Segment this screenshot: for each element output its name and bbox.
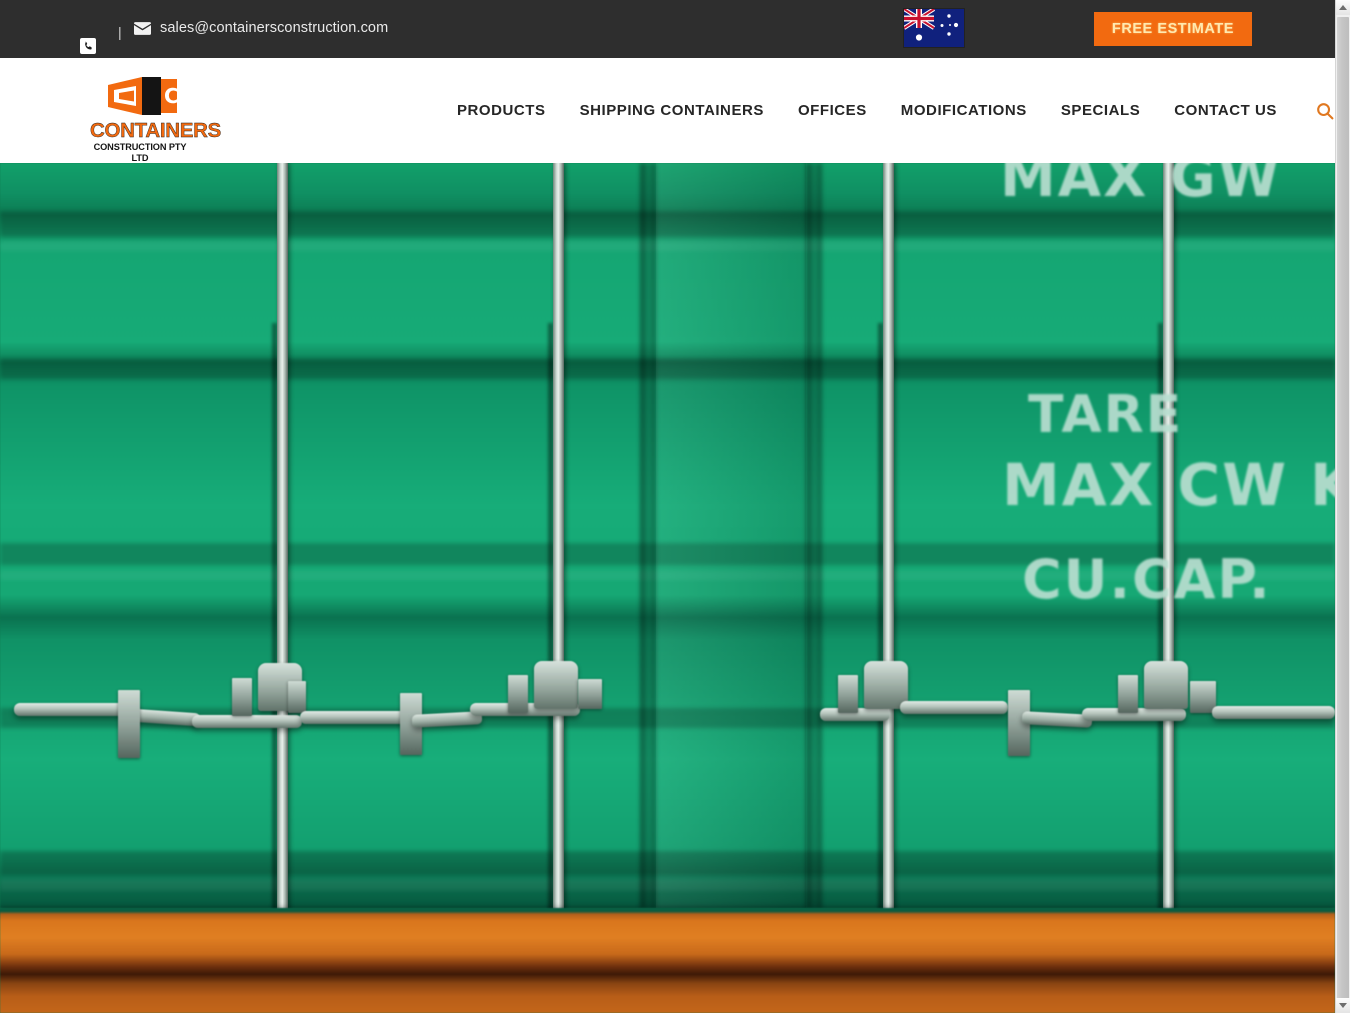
topbar-contact-group: | sales@containersconstruction.com: [0, 0, 600, 58]
email-contact[interactable]: sales@containersconstruction.com: [134, 20, 388, 36]
site-logo[interactable]: C CONTAINERS CONSTRUCTION PTY LTD: [90, 73, 222, 164]
container-stencil-tare: TARE: [1028, 385, 1184, 445]
container-body: [0, 163, 1335, 908]
container-stencil-max-gw: MAX GW: [1000, 163, 1282, 210]
topbar-separator: |: [118, 24, 122, 40]
scroll-down-arrow-icon[interactable]: [1336, 998, 1350, 1013]
scrollbar-thumb[interactable]: [1337, 17, 1349, 999]
search-icon[interactable]: [1316, 102, 1334, 120]
handle-keeper: [118, 690, 140, 758]
door-handle-bar: [192, 715, 302, 728]
locking-rod: [277, 163, 288, 923]
container-rib-highlight: [0, 241, 1335, 251]
free-estimate-button[interactable]: FREE ESTIMATE: [1093, 12, 1252, 46]
container-bottom-rail: [0, 908, 1335, 1013]
email-address: sales@containersconstruction.com: [160, 20, 389, 36]
container-rib-highlight: [0, 879, 1335, 891]
phone-icon[interactable]: [80, 38, 96, 54]
nav-item-products[interactable]: PRODUCTS: [440, 102, 563, 119]
container-panel-gap: [806, 163, 822, 908]
page-viewport: | sales@containersconstruction.com FREE …: [0, 0, 1335, 1013]
nav-item-offices[interactable]: OFFICES: [781, 102, 884, 119]
nav-item-specials[interactable]: SPECIALS: [1044, 102, 1157, 119]
container-rib: [0, 211, 1335, 237]
container-panel-gap: [640, 163, 656, 908]
rod-collar: [1144, 661, 1188, 709]
hero-container-image: MAX GW TARE MAX CW CU.CAP. K: [0, 163, 1335, 1013]
australian-flag-icon: [904, 9, 964, 47]
nav-item-shipping-containers[interactable]: SHIPPING CONTAINERS: [563, 102, 781, 119]
door-handle-bar: [1212, 706, 1335, 719]
rod-keeper: [232, 678, 252, 716]
door-handle-bar: [300, 711, 410, 724]
rod-keeper: [508, 675, 528, 713]
nav-item-contact-us[interactable]: CONTACT US: [1157, 102, 1294, 119]
rod-keeper: [1118, 675, 1138, 713]
container-edge-line: [0, 359, 1335, 362]
logo-name: CONTAINERS: [90, 119, 222, 142]
logo-container-icon: C: [90, 73, 190, 119]
site-header: C CONTAINERS CONSTRUCTION PTY LTD PRODUC…: [0, 58, 1335, 163]
rod-keeper: [838, 675, 858, 713]
door-handle-bar: [900, 701, 1008, 714]
svg-text:C: C: [164, 84, 179, 108]
vertical-scrollbar[interactable]: [1335, 0, 1350, 1013]
logo-tagline: CONSTRUCTION PTY LTD: [93, 142, 187, 163]
container-rib: [0, 359, 1335, 379]
locking-rod: [553, 163, 564, 923]
main-navigation: PRODUCTS SHIPPING CONTAINERS OFFICES MOD…: [440, 58, 1334, 163]
locking-rod: [883, 163, 894, 923]
rod-keeper: [578, 679, 602, 709]
browser-page: | sales@containersconstruction.com FREE …: [0, 0, 1350, 1013]
container-rib: [0, 851, 1335, 875]
top-utility-bar: | sales@containersconstruction.com FREE …: [0, 0, 1335, 58]
rod-keeper: [288, 681, 306, 713]
rod-collar: [534, 661, 578, 709]
nav-item-modifications[interactable]: MODIFICATIONS: [884, 102, 1044, 119]
envelope-icon: [134, 21, 151, 35]
container-stencil-edge: K: [1310, 451, 1335, 519]
hero-banner: MAX GW TARE MAX CW CU.CAP. K: [0, 163, 1335, 1013]
container-stencil-max-cw: MAX CW: [1002, 451, 1289, 519]
locking-rod: [1163, 163, 1174, 923]
container-stencil-cu-cap: CU.CAP.: [1022, 548, 1272, 611]
scroll-up-arrow-icon[interactable]: [1336, 0, 1350, 15]
